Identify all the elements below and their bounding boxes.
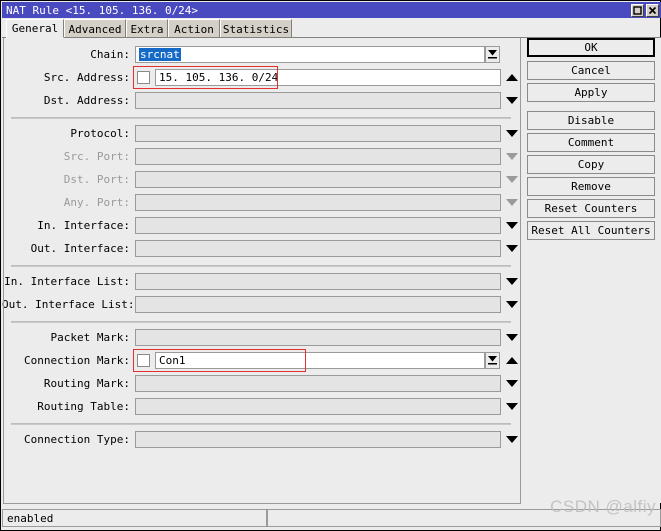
dropdown-arrow-icon[interactable] bbox=[505, 194, 518, 211]
button-label: Disable bbox=[567, 114, 615, 127]
group-separator bbox=[11, 423, 511, 425]
dropdown-arrow-icon[interactable] bbox=[505, 398, 518, 415]
remove-button[interactable]: Remove bbox=[527, 177, 655, 196]
field-negate-checkbox[interactable] bbox=[137, 354, 150, 367]
tab-general[interactable]: General bbox=[6, 19, 64, 38]
field-input[interactable] bbox=[135, 398, 501, 415]
field-label: In. Interface: bbox=[37, 219, 130, 232]
group-separator bbox=[11, 265, 511, 267]
dropdown-arrow-icon[interactable] bbox=[505, 296, 518, 313]
dropdown-arrow-icon[interactable] bbox=[505, 431, 518, 448]
tab-bar: General Advanced Extra Action Statistics bbox=[2, 19, 661, 38]
combo-dropdown-button[interactable] bbox=[485, 46, 500, 63]
field-input[interactable] bbox=[135, 217, 501, 234]
field-input[interactable]: Con1 bbox=[155, 352, 485, 369]
field-input[interactable]: 15. 105. 136. 0/24 bbox=[155, 69, 501, 86]
tab-statistics[interactable]: Statistics bbox=[220, 19, 292, 38]
field-label: Src. Address: bbox=[43, 71, 130, 84]
dropdown-arrow-icon[interactable] bbox=[505, 171, 518, 188]
general-form-pane: Chain: srcnat Src. Address: 15. 105. 136. 0… bbox=[2, 38, 522, 503]
field-input[interactable] bbox=[135, 92, 501, 109]
button-label: Copy bbox=[577, 158, 605, 171]
field-label: Src. Port: bbox=[63, 150, 130, 163]
field-label: Protocol: bbox=[70, 127, 130, 140]
button-label: Cancel bbox=[571, 64, 611, 77]
apply-button[interactable]: Apply bbox=[527, 83, 655, 102]
dropdown-arrow-icon[interactable] bbox=[505, 273, 518, 290]
close-button[interactable] bbox=[646, 3, 659, 17]
status-bar: enabled bbox=[2, 509, 661, 530]
dropdown-arrow-icon[interactable] bbox=[505, 148, 518, 165]
field-input[interactable] bbox=[135, 125, 501, 142]
field-input[interactable] bbox=[135, 240, 501, 257]
field-label: Dst. Address: bbox=[43, 94, 130, 107]
tab-action[interactable]: Action bbox=[168, 19, 220, 38]
spinner-up-icon[interactable] bbox=[505, 352, 518, 369]
button-label: Reset Counters bbox=[544, 202, 638, 215]
button-label: Remove bbox=[571, 180, 611, 193]
tab-label: Action bbox=[174, 22, 214, 36]
button-label: Apply bbox=[574, 86, 608, 99]
reset-all-counters-button[interactable]: Reset All Counters bbox=[527, 221, 655, 240]
status-state: enabled bbox=[2, 509, 267, 527]
combo-dropdown-button[interactable] bbox=[485, 352, 500, 369]
field-label: In. Interface List: bbox=[4, 275, 130, 288]
group-separator bbox=[11, 321, 511, 323]
action-button-panel: OK Cancel Apply Disable Comment Copy Remove Res… bbox=[522, 38, 661, 503]
field-input[interactable] bbox=[135, 375, 501, 392]
tab-label: General bbox=[11, 22, 59, 35]
tab-label: Extra bbox=[130, 22, 164, 36]
field-label: Packet Mark: bbox=[50, 331, 130, 344]
ok-button[interactable]: OK bbox=[527, 38, 655, 57]
tab-extra[interactable]: Extra bbox=[126, 19, 168, 38]
field-negate-checkbox[interactable] bbox=[137, 71, 150, 84]
status-secondary bbox=[267, 509, 661, 527]
tab-label: Advanced bbox=[68, 22, 122, 36]
field-label: Routing Table: bbox=[37, 400, 130, 413]
title-bar[interactable]: NAT Rule <15. 105. 136. 0/24> bbox=[2, 2, 661, 18]
field-input[interactable] bbox=[135, 194, 501, 211]
copy-button[interactable]: Copy bbox=[527, 155, 655, 174]
button-label: Reset All Counters bbox=[531, 224, 651, 237]
field-label: Connection Type: bbox=[24, 433, 130, 446]
window-title: NAT Rule <15. 105. 136. 0/24> bbox=[6, 3, 199, 17]
selected-text: srcnat bbox=[139, 48, 181, 61]
field-input[interactable] bbox=[135, 431, 501, 448]
group-separator bbox=[11, 117, 511, 119]
button-label: Comment bbox=[567, 136, 615, 149]
pane-divider bbox=[520, 38, 521, 503]
field-label: Any. Port: bbox=[63, 196, 130, 209]
dropdown-arrow-icon[interactable] bbox=[505, 92, 518, 109]
dropdown-arrow-icon[interactable] bbox=[505, 375, 518, 392]
reset-counters-button[interactable]: Reset Counters bbox=[527, 199, 655, 218]
cancel-button[interactable]: Cancel bbox=[527, 61, 655, 80]
nat-rule-dialog: NAT Rule <15. 105. 136. 0/24> General Adv… bbox=[0, 0, 661, 531]
field-label: Chain: bbox=[90, 48, 130, 61]
dropdown-arrow-icon[interactable] bbox=[505, 217, 518, 234]
field-input[interactable] bbox=[135, 296, 501, 313]
field-label: Out. Interface: bbox=[30, 242, 130, 255]
field-input[interactable] bbox=[135, 329, 501, 346]
dropdown-arrow-icon[interactable] bbox=[505, 240, 518, 257]
field-label: Dst. Port: bbox=[63, 173, 130, 186]
spinner-up-icon[interactable] bbox=[505, 69, 518, 86]
dropdown-arrow-icon[interactable] bbox=[505, 329, 518, 346]
maximize-button[interactable] bbox=[631, 3, 644, 17]
button-label: OK bbox=[584, 41, 598, 54]
tab-label: Statistics bbox=[222, 22, 290, 36]
comment-button[interactable]: Comment bbox=[527, 133, 655, 152]
field-input[interactable] bbox=[135, 148, 501, 165]
field-input[interactable] bbox=[135, 273, 501, 290]
disable-button[interactable]: Disable bbox=[527, 111, 655, 130]
tab-advanced[interactable]: Advanced bbox=[64, 19, 126, 38]
dropdown-arrow-icon[interactable] bbox=[505, 125, 518, 142]
field-label: Connection Mark: bbox=[24, 354, 130, 367]
field-label: Routing Mark: bbox=[43, 377, 130, 390]
field-label: Out. Interface List: bbox=[2, 298, 135, 311]
field-input[interactable]: srcnat bbox=[135, 46, 485, 63]
field-input[interactable] bbox=[135, 171, 501, 188]
